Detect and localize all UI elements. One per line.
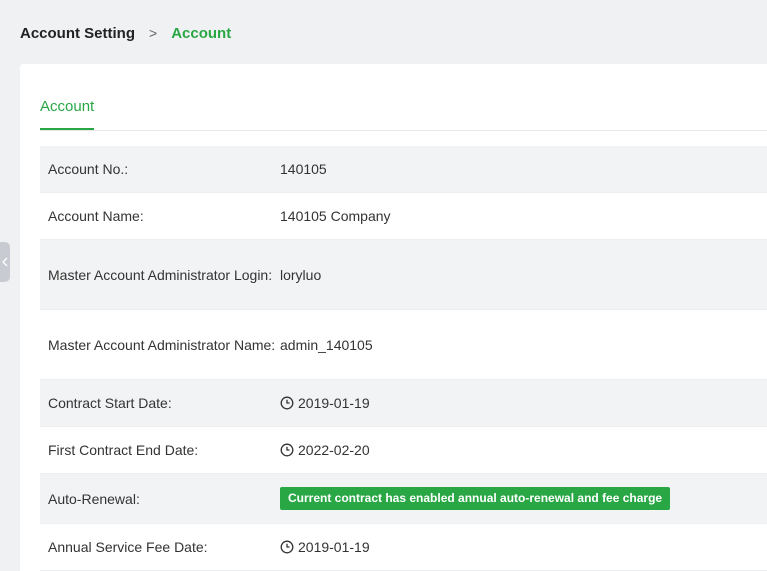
chevron-left-icon [2,257,8,267]
info-label: Auto-Renewal: [48,490,140,507]
info-row-auto-renewal: Auto-Renewal: Current contract has enabl… [40,474,767,524]
info-row-admin-login: Master Account Administrator Login: lory… [40,240,767,310]
auto-renewal-status-badge: Current contract has enabled annual auto… [280,487,671,510]
info-row-annual-fee-date: Annual Service Fee Date: 2019-01-19 [40,524,767,571]
info-row-admin-name: Master Account Administrator Name: admin… [40,310,767,380]
info-label: Annual Service Fee Date: [48,539,208,555]
info-label: Master Account Administrator Login: [48,266,273,283]
breadcrumb: Account Setting > Account [20,22,231,44]
info-value: 2022-02-20 [298,442,370,458]
clock-icon [280,443,294,457]
content-card: Account Account No.: 140105 Account Name… [20,64,767,571]
info-label: Account Name: [48,208,144,224]
breadcrumb-current: Account [171,24,232,42]
info-value: 2019-01-19 [298,539,370,555]
clock-icon [280,540,294,554]
info-row-account-no: Account No.: 140105 [40,146,767,193]
info-value: 140105 Company [280,208,391,224]
info-label: Contract Start Date: [48,395,172,411]
clock-icon [280,396,294,410]
breadcrumb-parent[interactable]: Account Setting [20,25,135,42]
sidebar-collapse-handle[interactable] [0,242,10,282]
info-value: 2019-01-19 [298,395,370,411]
info-row-first-contract-end: First Contract End Date: 2022-02-20 [40,427,767,474]
tab-account[interactable]: Account [40,96,95,130]
info-value: loryluo [280,266,322,283]
info-label: Account No.: [48,161,129,177]
info-row-account-name: Account Name: 140105 Company [40,193,767,240]
account-info-list: Account No.: 140105 Account Name: 140105… [40,146,767,571]
breadcrumb-separator: > [149,25,158,41]
info-row-contract-start: Contract Start Date: 2019-01-19 [40,380,767,427]
info-value: admin_140105 [280,336,373,353]
info-label: Master Account Administrator Name: [48,336,276,353]
info-value: 140105 [280,161,327,177]
tab-bar: Account [40,96,767,131]
info-label: First Contract End Date: [48,442,199,458]
